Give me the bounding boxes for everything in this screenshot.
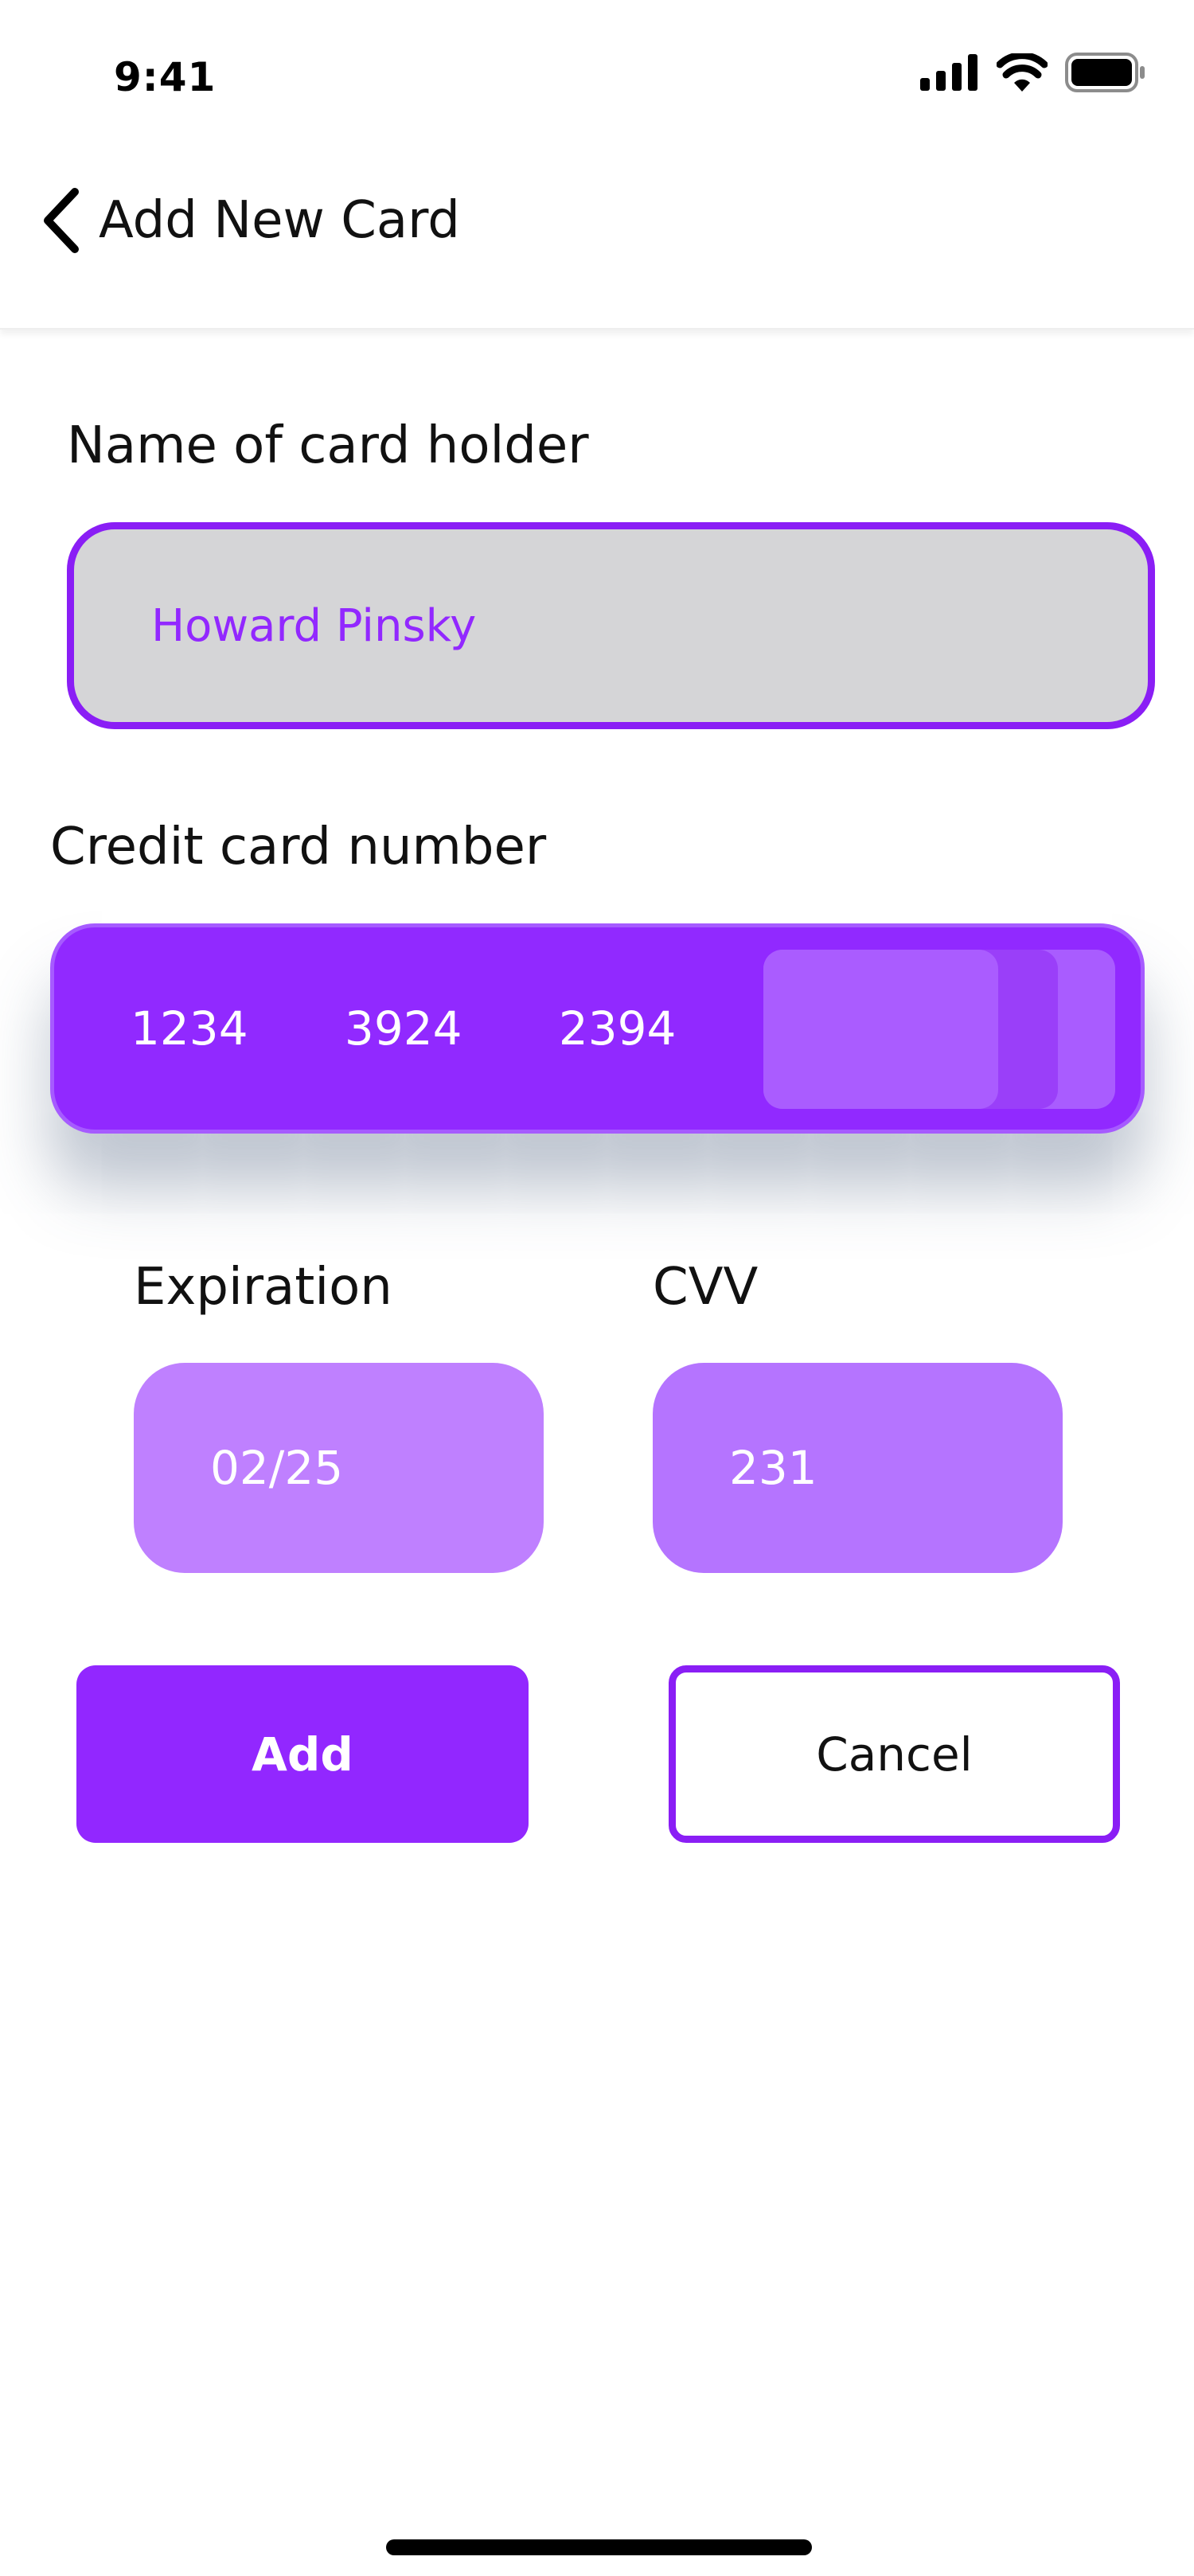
signal-icon (920, 54, 977, 91)
battery-icon (1065, 53, 1145, 92)
card-holder-name-input[interactable]: Howard Pinsky (67, 522, 1155, 729)
wifi-icon (997, 53, 1048, 92)
cvv-value: 231 (729, 1441, 817, 1495)
card-graphic-layer-front (763, 950, 998, 1109)
cancel-button[interactable]: Cancel (669, 1665, 1120, 1843)
card-holder-name-value: Howard Pinsky (151, 599, 477, 652)
cancel-button-label: Cancel (816, 1727, 973, 1782)
home-indicator[interactable] (386, 2539, 812, 2555)
status-time: 9:41 (114, 54, 217, 100)
chevron-left-icon (44, 188, 79, 253)
expiration-label: Expiration (134, 1258, 392, 1317)
cvv-input[interactable]: 231 (653, 1363, 1063, 1573)
cvv-label: CVV (653, 1258, 759, 1317)
status-icons (920, 53, 1146, 92)
expiration-input[interactable]: 02/25 (134, 1363, 544, 1573)
card-number-label: Credit card number (50, 818, 547, 876)
page-title: Add New Card (99, 191, 460, 250)
status-bar: 9:41 (0, 0, 1194, 151)
add-button-label: Add (252, 1727, 353, 1782)
card-number-input[interactable]: 1234 3924 2394 3294 (50, 923, 1145, 1134)
back-button[interactable]: Add New Card (38, 181, 460, 260)
expiration-value: 02/25 (210, 1441, 344, 1495)
add-button[interactable]: Add (76, 1665, 529, 1843)
header: Add New Card (0, 151, 1194, 330)
name-label: Name of card holder (67, 416, 589, 475)
